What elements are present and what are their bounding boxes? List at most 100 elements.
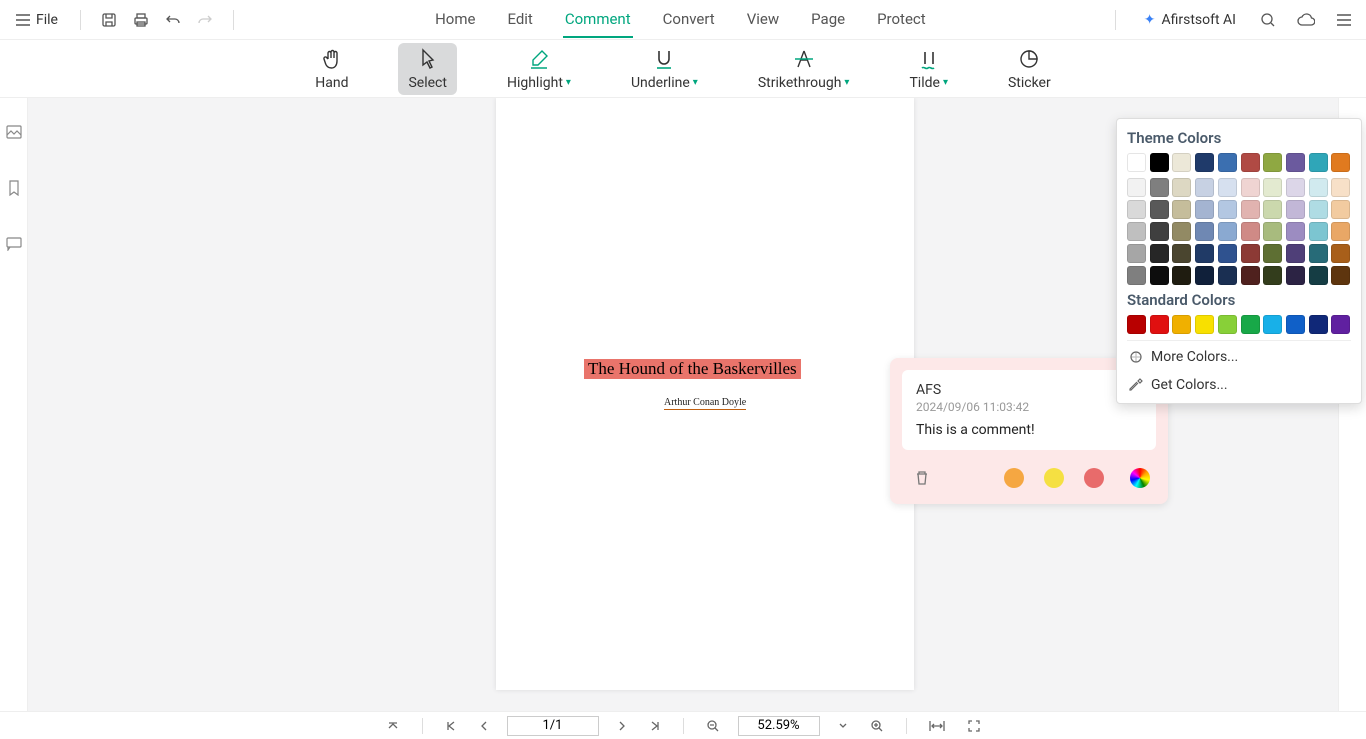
tool-select[interactable]: Select [398, 43, 456, 95]
color-swatch[interactable] [1241, 200, 1260, 219]
color-swatch[interactable] [1286, 266, 1305, 285]
color-swatch[interactable] [1286, 200, 1305, 219]
color-swatch[interactable] [1309, 266, 1328, 285]
color-swatch[interactable] [1331, 153, 1350, 172]
color-swatch[interactable] [1218, 222, 1237, 241]
underlined-text[interactable]: Arthur Conan Doyle [664, 394, 746, 410]
menu-tab-view[interactable]: View [745, 2, 781, 38]
save-button[interactable] [95, 6, 123, 34]
last-page-button[interactable] [645, 718, 665, 734]
cloud-button[interactable] [1292, 6, 1320, 34]
zoom-level-input[interactable] [738, 716, 820, 736]
color-swatch[interactable] [1218, 153, 1237, 172]
page-number-input[interactable] [507, 716, 599, 736]
color-swatch[interactable] [1172, 244, 1191, 263]
color-swatch[interactable] [1309, 244, 1328, 263]
color-swatch[interactable] [1218, 178, 1237, 197]
color-swatch[interactable] [1127, 222, 1146, 241]
color-swatch[interactable] [1263, 266, 1282, 285]
tool-strikethrough[interactable]: Strikethrough▾ [748, 43, 860, 95]
zoom-in-button[interactable] [866, 717, 888, 735]
color-swatch[interactable] [1150, 266, 1169, 285]
color-swatch[interactable] [1150, 153, 1169, 172]
color-swatch[interactable] [1286, 178, 1305, 197]
next-page-button[interactable] [613, 718, 631, 734]
color-swatch[interactable] [1263, 222, 1282, 241]
color-swatch[interactable] [1263, 315, 1282, 334]
color-swatch[interactable] [1150, 315, 1169, 334]
menu-tab-protect[interactable]: Protect [875, 2, 928, 38]
color-swatch[interactable] [1218, 244, 1237, 263]
color-swatch[interactable] [1309, 315, 1328, 334]
quick-color-swatch[interactable] [1084, 468, 1104, 488]
color-swatch[interactable] [1286, 315, 1305, 334]
color-swatch[interactable] [1286, 244, 1305, 263]
color-swatch[interactable] [1241, 222, 1260, 241]
menu-tab-home[interactable]: Home [433, 2, 477, 38]
color-swatch[interactable] [1263, 200, 1282, 219]
prev-page-button[interactable] [475, 718, 493, 734]
color-swatch[interactable] [1309, 222, 1328, 241]
search-button[interactable] [1254, 6, 1282, 34]
tool-underline[interactable]: Underline▾ [621, 43, 708, 95]
color-swatch[interactable] [1150, 244, 1169, 263]
color-swatch[interactable] [1241, 153, 1260, 172]
color-swatch[interactable] [1127, 266, 1146, 285]
color-swatch[interactable] [1331, 244, 1350, 263]
color-swatch[interactable] [1331, 178, 1350, 197]
scroll-top-button[interactable] [382, 717, 404, 735]
zoom-out-button[interactable] [702, 717, 724, 735]
color-swatch[interactable] [1331, 315, 1350, 334]
color-swatch[interactable] [1172, 315, 1191, 334]
color-swatch[interactable] [1127, 315, 1146, 334]
color-swatch[interactable] [1172, 153, 1191, 172]
menu-tab-page[interactable]: Page [809, 2, 847, 38]
color-swatch[interactable] [1127, 244, 1146, 263]
color-swatch[interactable] [1309, 200, 1328, 219]
color-swatch[interactable] [1195, 178, 1214, 197]
color-swatch[interactable] [1172, 200, 1191, 219]
color-swatch[interactable] [1263, 153, 1282, 172]
quick-color-swatch[interactable] [1044, 468, 1064, 488]
color-swatch[interactable] [1331, 200, 1350, 219]
delete-comment-button[interactable] [908, 464, 936, 492]
color-swatch[interactable] [1286, 222, 1305, 241]
color-swatch[interactable] [1331, 266, 1350, 285]
more-button[interactable] [1330, 6, 1358, 34]
fit-width-button[interactable] [925, 718, 949, 734]
zoom-dropdown-button[interactable] [834, 720, 852, 732]
color-swatch[interactable] [1241, 315, 1260, 334]
ai-assistant-button[interactable]: ✦ Afirstsoft AI [1136, 8, 1244, 32]
quick-color-swatch[interactable] [1004, 468, 1024, 488]
tool-tilde[interactable]: Tilde▾ [899, 43, 958, 95]
color-swatch[interactable] [1309, 153, 1328, 172]
tool-hand[interactable]: Hand [305, 43, 358, 95]
get-colors-button[interactable]: Get Colors... [1127, 371, 1351, 399]
color-swatch[interactable] [1195, 200, 1214, 219]
color-swatch[interactable] [1172, 178, 1191, 197]
color-swatch[interactable] [1195, 266, 1214, 285]
first-page-button[interactable] [441, 718, 461, 734]
color-swatch[interactable] [1127, 178, 1146, 197]
color-swatch[interactable] [1195, 244, 1214, 263]
color-swatch[interactable] [1241, 178, 1260, 197]
print-button[interactable] [127, 6, 155, 34]
tool-highlight[interactable]: Highlight▾ [497, 43, 581, 95]
color-swatch[interactable] [1331, 222, 1350, 241]
tool-sticker[interactable]: Sticker [998, 43, 1061, 95]
color-swatch[interactable] [1150, 178, 1169, 197]
color-swatch[interactable] [1218, 315, 1237, 334]
more-colors-button[interactable]: More Colors... [1127, 343, 1351, 371]
color-swatch[interactable] [1241, 244, 1260, 263]
menu-tab-edit[interactable]: Edit [505, 2, 534, 38]
color-swatch[interactable] [1127, 153, 1146, 172]
color-swatch[interactable] [1172, 266, 1191, 285]
redo-button[interactable] [191, 6, 219, 34]
menu-tab-comment[interactable]: Comment [563, 2, 633, 38]
color-swatch[interactable] [1263, 244, 1282, 263]
color-swatch[interactable] [1150, 200, 1169, 219]
color-swatch[interactable] [1127, 200, 1146, 219]
color-swatch[interactable] [1309, 178, 1328, 197]
undo-button[interactable] [159, 6, 187, 34]
color-swatch[interactable] [1150, 222, 1169, 241]
